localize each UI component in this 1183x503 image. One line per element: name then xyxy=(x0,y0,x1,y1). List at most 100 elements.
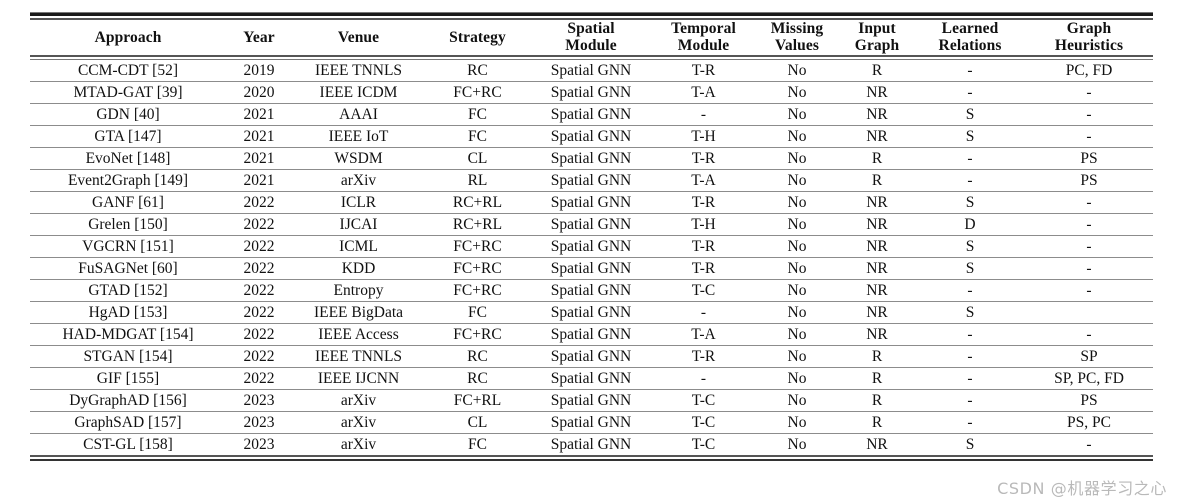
cell-venue: ICML xyxy=(292,234,425,258)
cell-spatial: Spatial GNN xyxy=(530,300,652,324)
cell-missing: No xyxy=(755,190,839,214)
cell-learned: S xyxy=(915,432,1025,455)
cell-learned: - xyxy=(915,80,1025,104)
cell-year: 2021 xyxy=(226,124,292,148)
cell-approach: CST-GL [158] xyxy=(30,432,226,455)
cell-temporal: - xyxy=(652,102,755,126)
cell-venue: Entropy xyxy=(292,278,425,302)
column-header-label: Temporal xyxy=(671,20,736,37)
cell-missing: No xyxy=(755,256,839,280)
cell-year: 2022 xyxy=(226,322,292,346)
table-row: VGCRN [151] 2022 ICML FC+RC Spatial GNN T-R No… xyxy=(30,234,1153,258)
column-header-label: Strategy xyxy=(449,28,506,46)
cell-spatial: Spatial GNN xyxy=(530,432,652,455)
cell-learned: - xyxy=(915,344,1025,368)
cell-venue: arXiv xyxy=(292,410,425,434)
cell-missing: No xyxy=(755,124,839,148)
cell-temporal: T-A xyxy=(652,80,755,104)
column-header-heuristics: Graph Heuristics xyxy=(1025,20,1153,55)
cell-heuristics: - xyxy=(1025,256,1153,280)
cell-heuristics: - xyxy=(1025,212,1153,236)
cell-input: NR xyxy=(839,80,915,104)
cell-learned: S xyxy=(915,124,1025,148)
cell-missing: No xyxy=(755,102,839,126)
column-header-label: Spatial xyxy=(567,20,615,37)
cell-input: NR xyxy=(839,212,915,236)
cell-strategy: FC+RC xyxy=(425,234,530,258)
cell-strategy: RC xyxy=(425,366,530,390)
table-row: DyGraphAD [156] 2023 arXiv FC+RL Spatial GNN… xyxy=(30,388,1153,412)
cell-approach: DyGraphAD [156] xyxy=(30,388,226,412)
cell-spatial: Spatial GNN xyxy=(530,344,652,368)
cell-approach: FuSAGNet [60] xyxy=(30,256,226,280)
column-header-approach: Approach xyxy=(30,20,226,55)
cell-heuristics: PC, FD xyxy=(1065,61,1113,79)
cell-heuristics: PS xyxy=(1025,388,1153,412)
cell-strategy: FC xyxy=(425,124,530,148)
cell-year: 2022 xyxy=(226,300,292,324)
column-header-label: Heuristics xyxy=(1054,37,1124,55)
cell-strategy: FC xyxy=(425,300,530,324)
cell-strategy: FC xyxy=(425,102,530,126)
cell-strategy: RC xyxy=(467,61,488,79)
cell-missing: No xyxy=(755,388,839,412)
cell-input: NR xyxy=(839,124,915,148)
cell-spatial: Spatial GNN xyxy=(530,234,652,258)
cell-learned: S xyxy=(915,102,1025,126)
cell-temporal: T-H xyxy=(652,124,755,148)
column-header-label: Missing xyxy=(770,20,824,37)
cell-year: 2023 xyxy=(226,388,292,412)
cell-strategy: FC xyxy=(425,432,530,455)
cell-missing: No xyxy=(755,410,839,434)
cell-spatial: Spatial GNN xyxy=(530,80,652,104)
cell-input: R xyxy=(839,168,915,192)
cell-spatial: Spatial GNN xyxy=(550,61,632,79)
cell-venue: IEEE Access xyxy=(292,322,425,346)
cell-heuristics: - xyxy=(1025,322,1153,346)
cell-year: 2021 xyxy=(226,168,292,192)
cell-venue: IEEE IoT xyxy=(292,124,425,148)
cell-venue: IEEE IJCNN xyxy=(292,366,425,390)
table-row: Event2Graph [149] 2021 arXiv RL Spatial GNN T… xyxy=(30,168,1153,192)
cell-approach: GDN [40] xyxy=(30,102,226,126)
cell-learned: - xyxy=(915,168,1025,192)
cell-heuristics: PS, PC xyxy=(1025,410,1153,434)
column-header-label: Module xyxy=(565,37,617,55)
table-row: FuSAGNet [60] 2022 KDD FC+RC Spatial GNN T-R N… xyxy=(30,256,1153,280)
cell-venue: KDD xyxy=(292,256,425,280)
cell-venue: IEEE TNNLS xyxy=(314,61,403,79)
column-header-spatial: Spatial Module xyxy=(530,20,652,55)
cell-approach: Grelen [150] xyxy=(30,212,226,236)
cell-strategy: CL xyxy=(425,146,530,170)
table-row: CST-GL [158] 2023 arXiv FC Spatial GNN T-C No N… xyxy=(30,432,1153,455)
cell-temporal: T-C xyxy=(652,388,755,412)
table-row: GANF [61] 2022 ICLR RC+RL Spatial GNN T-R No NR… xyxy=(30,190,1153,214)
cell-strategy: FC+RC xyxy=(425,322,530,346)
cell-year: 2021 xyxy=(226,146,292,170)
cell-venue: IJCAI xyxy=(292,212,425,236)
table-row: EvoNet [148] 2021 WSDM CL Spatial GNN T-R No R -… xyxy=(30,146,1153,170)
cell-spatial: Spatial GNN xyxy=(530,212,652,236)
cell-temporal: T-A xyxy=(652,322,755,346)
cell-input: NR xyxy=(839,102,915,126)
cell-missing: No xyxy=(755,366,839,390)
cell-year: 2020 xyxy=(226,80,292,104)
cell-year: 2022 xyxy=(226,190,292,214)
cell-year: 2022 xyxy=(226,256,292,280)
cell-input: R xyxy=(839,410,915,434)
cell-temporal: T-A xyxy=(652,168,755,192)
cell-spatial: Spatial GNN xyxy=(530,146,652,170)
cell-missing: No xyxy=(787,61,807,79)
cell-heuristics: SP, PC, FD xyxy=(1025,366,1153,390)
cell-spatial: Spatial GNN xyxy=(530,124,652,148)
cell-approach: GIF [155] xyxy=(30,366,226,390)
table-row: GraphSAD [157] 2023 arXiv CL Spatial GNN T-C N… xyxy=(30,410,1153,434)
cell-input: NR xyxy=(839,432,915,455)
cell-missing: No xyxy=(755,344,839,368)
cell-venue: WSDM xyxy=(292,146,425,170)
table-row: MTAD-GAT [39] 2020 IEEE ICDM FC+RC Spatial G… xyxy=(30,80,1153,104)
comparison-table-container: Approach Year Venue Strategy Spatial Module Te… xyxy=(30,12,1153,461)
cell-input: NR xyxy=(839,256,915,280)
cell-approach: MTAD-GAT [39] xyxy=(30,80,226,104)
cell-learned: D xyxy=(915,212,1025,236)
